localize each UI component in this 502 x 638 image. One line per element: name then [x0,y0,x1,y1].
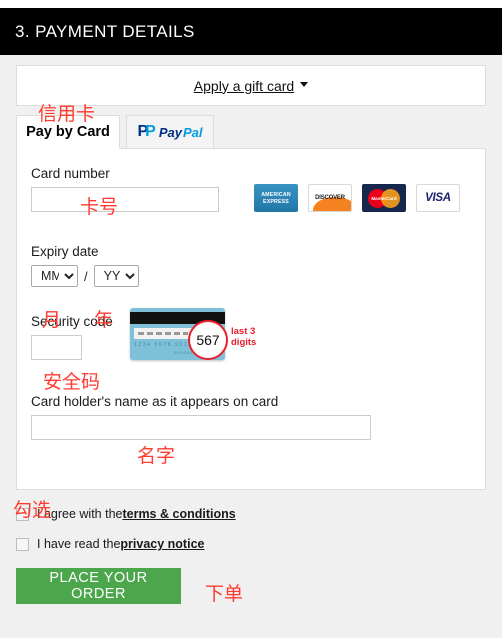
expiry-month-select[interactable]: MM [31,265,78,287]
page-title: 3. PAYMENT DETAILS [15,21,195,41]
accepted-card-logos: AMERICAN EXPRESS DISCOVER MasterCard VIS… [254,184,460,212]
cvv-help-graphic: 1234 5678 9012 3456 0000000000 567 last … [130,308,256,363]
amex-line-1: AMERICAN [261,191,291,198]
amex-line-2: EXPRESS [263,198,289,205]
cvv-digits: 567 [196,332,220,348]
consent-row-privacy: I have read the privacy notice [16,533,486,555]
card-holder-label: Card holder's name as it appears on card [31,394,279,409]
mastercard-circles: MasterCard [368,188,400,208]
visa-wordmark: VISA [425,192,451,204]
expiry-year-select[interactable]: YY [93,265,139,287]
visa-icon: VISA [416,184,460,212]
security-code-label: Security code [31,314,113,329]
terms-checkbox[interactable] [16,507,29,521]
paypal-word-pay: Pay [158,124,182,140]
payment-method-tabs: Pay by Card PP Pay Pal [16,115,486,149]
tab-paypal[interactable]: PP Pay Pal [126,115,214,149]
privacy-checkbox[interactable] [16,537,29,551]
cvv-highlight-circle: 567 [188,320,228,360]
american-express-icon: AMERICAN EXPRESS [254,184,298,212]
tab-pay-by-card-label: Pay by Card [26,124,110,140]
expiry-separator: / [84,268,88,284]
card-payment-form: Card number AMERICAN EXPRESS DISCOVER Ma… [16,148,486,490]
privacy-text: I have read the [37,537,121,551]
discover-icon: DISCOVER [308,184,352,212]
mastercard-icon: MasterCard [362,184,406,212]
place-your-order-button[interactable]: PLACE YOUR ORDER [16,568,181,604]
expiry-date-row: MM / YY [31,265,139,287]
apply-gift-card-link[interactable]: Apply a gift card [194,78,294,94]
cvv-caption: last 3 digits [231,326,257,348]
security-code-input[interactable] [31,335,82,360]
privacy-notice-link[interactable]: privacy notice [120,537,204,551]
mastercard-wordmark: MasterCard [371,195,397,201]
consent-section: I agree with the terms & conditions I ha… [16,503,486,563]
payment-body: Apply a gift card Pay by Card PP Pay Pal … [0,55,502,638]
terms-text: I agree with the [37,507,123,521]
paypal-icon: PP [137,123,156,140]
expiry-date-label: Expiry date [31,244,99,259]
discover-wordmark: DISCOVER [315,195,345,201]
card-number-label: Card number [31,166,110,181]
chevron-down-icon[interactable] [300,82,309,87]
paypal-word-pal: Pal [182,124,203,140]
terms-and-conditions-link[interactable]: terms & conditions [122,507,235,521]
card-number-input[interactable] [31,187,219,212]
tab-pay-by-card[interactable]: Pay by Card [16,115,120,149]
paypal-logo: PP Pay Pal [138,124,203,140]
card-holder-input[interactable] [31,415,371,440]
gift-card-panel: Apply a gift card [16,65,486,106]
consent-row-terms: I agree with the terms & conditions [16,503,486,525]
section-header: 3. PAYMENT DETAILS [0,8,502,55]
